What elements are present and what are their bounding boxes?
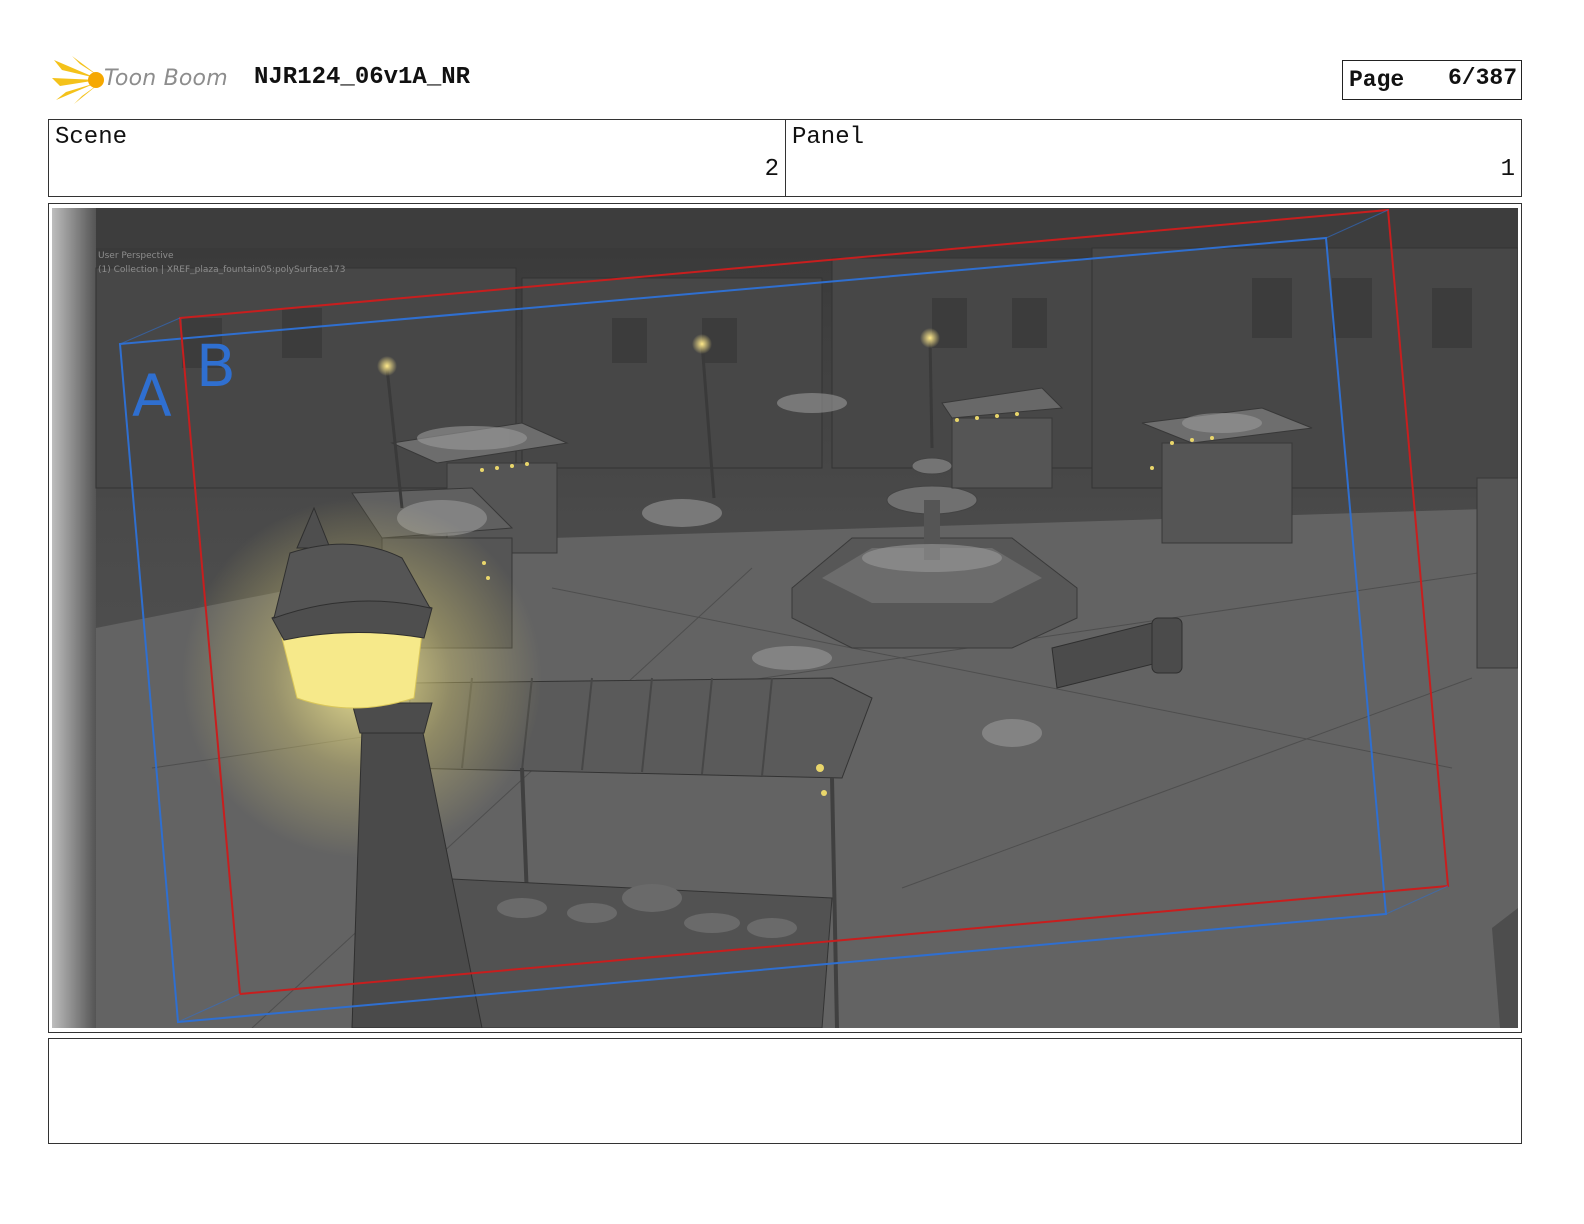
panel-cell: Panel 1	[786, 120, 1521, 196]
scene-cell: Scene 2	[49, 120, 786, 196]
frame-a-label: A	[132, 362, 172, 430]
page-label: Page	[1349, 67, 1405, 93]
page-indicator: Page 6/387	[1342, 60, 1522, 100]
page-number: 6/387	[1447, 65, 1517, 91]
scene-panel-row: Scene 2 Panel 1	[48, 119, 1522, 197]
notes-box	[48, 1038, 1522, 1144]
storyboard-drawing: User Perspective (1) Collection | XREF_p…	[52, 208, 1518, 1028]
viewport-overlay-text: User Perspective	[98, 251, 174, 261]
project-title: NJR124_06v1A_NR	[254, 64, 471, 91]
viewport-overlay-text-2: (1) Collection | XREF_plaza_fountain05:p…	[98, 265, 345, 275]
viewport-edge	[52, 208, 96, 1028]
panel-image: User Perspective (1) Collection | XREF_p…	[52, 208, 1518, 1028]
panel-value: 1	[1500, 156, 1515, 183]
frame-b-label: B	[196, 332, 236, 400]
scene-label: Scene	[55, 124, 128, 151]
logo-text: Toon Boom	[104, 66, 228, 91]
scene-value: 2	[764, 156, 779, 183]
panel-label: Panel	[792, 124, 865, 151]
